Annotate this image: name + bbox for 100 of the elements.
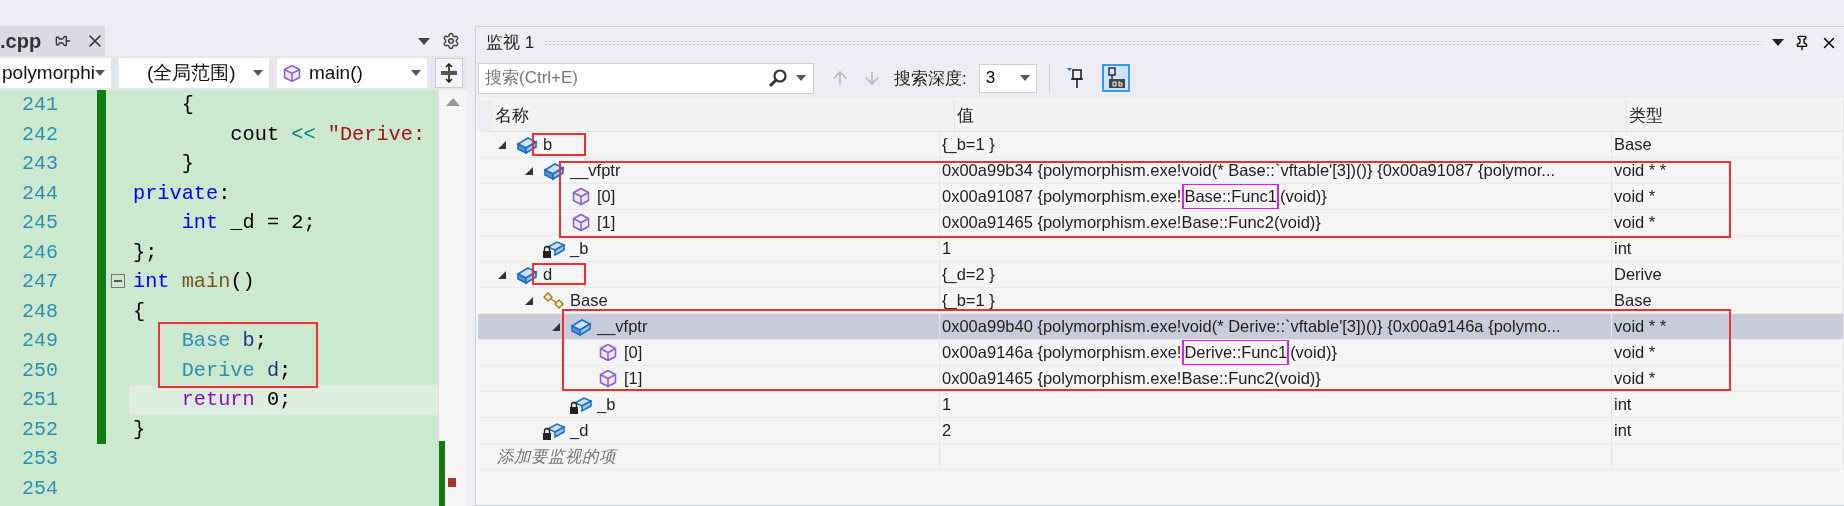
variable-name: _b bbox=[597, 395, 616, 414]
column-header[interactable]: 类型 bbox=[1627, 100, 1844, 131]
variable-name: _b bbox=[570, 239, 589, 258]
function-dropdown[interactable]: main() bbox=[277, 58, 427, 88]
line-number: 247 bbox=[21, 270, 58, 294]
code-line: } bbox=[180, 151, 195, 177]
error-marker bbox=[448, 478, 456, 487]
pin-icon[interactable] bbox=[55, 33, 72, 49]
variable-type: void * bbox=[1614, 369, 1656, 388]
code-line: int _d = 2; bbox=[180, 210, 317, 236]
variable-type: void * bbox=[1614, 343, 1656, 362]
line-number: 254 bbox=[21, 476, 58, 500]
line-number: 245 bbox=[21, 211, 58, 235]
object-icon bbox=[516, 134, 538, 155]
dropdown-caret-icon[interactable] bbox=[418, 37, 430, 45]
expand-arrow-icon[interactable] bbox=[497, 269, 507, 280]
change-marker bbox=[439, 441, 445, 506]
variable-type: Derive bbox=[1614, 265, 1662, 284]
file-tab[interactable]: .cpp bbox=[0, 26, 105, 56]
add-watch-placeholder[interactable]: 添加要监视的项 bbox=[497, 445, 616, 468]
variable-name: _d bbox=[570, 421, 589, 440]
line-number: 248 bbox=[21, 299, 58, 323]
variable-value: 0x00a91465 {polymorphism.exe!Base::Func2(void)} bbox=[942, 213, 1321, 232]
text-view-button[interactable] bbox=[1101, 64, 1130, 92]
collapse-icon[interactable] bbox=[111, 274, 125, 288]
variable-name: b bbox=[543, 135, 553, 154]
expand-arrow-icon[interactable] bbox=[524, 295, 534, 306]
variable-type: void * bbox=[1614, 187, 1656, 206]
scroll-up-icon[interactable] bbox=[445, 98, 460, 106]
dropdown-caret-icon[interactable] bbox=[796, 74, 806, 81]
expand-arrow-icon[interactable] bbox=[524, 165, 534, 176]
cube-icon bbox=[572, 187, 590, 206]
variable-name: [1] bbox=[624, 369, 643, 388]
variable-value: {_d=2 } bbox=[942, 265, 995, 284]
line-number: 242 bbox=[21, 122, 58, 146]
code-line: { bbox=[180, 92, 195, 118]
code-line: }; bbox=[132, 239, 159, 266]
caret-icon[interactable] bbox=[95, 70, 105, 76]
cube-icon bbox=[283, 63, 301, 83]
project-dropdown[interactable]: polymorphi bbox=[0, 58, 111, 88]
variable-type: int bbox=[1614, 421, 1632, 440]
code-line: private: bbox=[132, 180, 232, 207]
column-header[interactable]: 值 bbox=[955, 100, 1627, 131]
variable-value: 0x00a91465 {polymorphism.exe!Base::Func2(void)} bbox=[942, 369, 1321, 388]
panel-title: 监视 1 bbox=[486, 32, 535, 54]
line-number: 252 bbox=[21, 417, 58, 441]
line-number: 251 bbox=[21, 388, 58, 412]
variable-value: 1 bbox=[942, 239, 952, 258]
settings-icon[interactable] bbox=[442, 32, 460, 50]
search-icon[interactable] bbox=[768, 67, 788, 88]
variable-name: [0] bbox=[624, 343, 643, 362]
variable-name: Base bbox=[570, 291, 608, 310]
locked-object-icon bbox=[542, 420, 566, 441]
object-icon bbox=[543, 160, 565, 181]
variable-type: void * * bbox=[1614, 161, 1667, 180]
code-line: { bbox=[132, 298, 147, 325]
cube-icon bbox=[599, 343, 617, 362]
line-number: 249 bbox=[21, 329, 58, 353]
base-class-icon bbox=[542, 290, 566, 311]
variable-value: 0x00a99b40 {polymorphism.exe!void(* Derive::`vftable'[3])()} {0x00a9146a {polymo... bbox=[942, 317, 1561, 336]
caret-icon[interactable] bbox=[411, 70, 421, 76]
scrollbar[interactable] bbox=[438, 90, 466, 506]
expand-arrow-icon[interactable] bbox=[551, 321, 561, 332]
depth-label: 搜索深度: bbox=[894, 67, 967, 90]
search-field[interactable]: 搜索(Ctrl+E) bbox=[478, 62, 814, 94]
locked-object-icon bbox=[542, 238, 566, 259]
variable-type: void * bbox=[1614, 213, 1656, 232]
cube-icon bbox=[572, 213, 590, 232]
line-number: 250 bbox=[21, 358, 58, 382]
code-line: Base b; bbox=[180, 328, 268, 354]
object-icon bbox=[516, 264, 538, 285]
pin-icon[interactable] bbox=[1794, 34, 1810, 51]
code-line: } bbox=[132, 416, 147, 443]
object-icon bbox=[570, 316, 592, 337]
depth-dropdown[interactable]: 3 bbox=[978, 63, 1037, 93]
line-number: 253 bbox=[21, 447, 58, 471]
caret-icon[interactable] bbox=[253, 70, 263, 76]
variable-type: int bbox=[1614, 395, 1632, 414]
variable-value: {_b=1 } bbox=[942, 135, 995, 154]
code-line: int main() bbox=[132, 269, 256, 295]
variable-type: void * * bbox=[1614, 317, 1667, 336]
variable-value: 2 bbox=[942, 421, 952, 440]
annotation-frame bbox=[532, 263, 586, 285]
code-line: cout << "Derive: bbox=[229, 121, 427, 148]
locked-object-icon bbox=[569, 394, 593, 415]
dropdown-caret-icon[interactable] bbox=[1772, 39, 1784, 46]
cube-icon bbox=[599, 369, 617, 388]
line-number: 246 bbox=[21, 240, 58, 264]
caret-icon[interactable] bbox=[1019, 75, 1030, 81]
variable-value: 1 bbox=[942, 395, 952, 414]
code-line: Derive d; bbox=[180, 357, 293, 384]
variable-name: __vfptr bbox=[597, 317, 648, 336]
split-button[interactable] bbox=[435, 58, 463, 88]
expand-arrow-icon[interactable] bbox=[497, 139, 507, 150]
column-header[interactable]: 名称 bbox=[493, 100, 955, 131]
variable-type: int bbox=[1614, 239, 1632, 258]
variable-name: d bbox=[543, 265, 553, 284]
scope-dropdown[interactable]: (全局范围) bbox=[119, 58, 269, 88]
variable-type: Base bbox=[1614, 135, 1652, 154]
variable-name: [1] bbox=[597, 213, 616, 232]
